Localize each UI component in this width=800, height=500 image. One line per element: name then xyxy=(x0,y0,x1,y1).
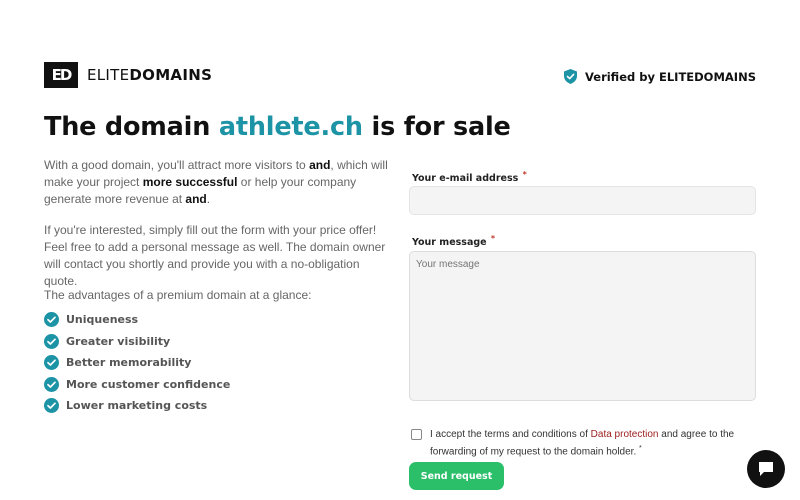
logo-text: ELITEDOMAINS xyxy=(87,66,213,84)
terms-checkbox[interactable] xyxy=(411,429,422,440)
domain-name: athlete.ch xyxy=(218,112,363,142)
chat-button[interactable] xyxy=(747,450,785,488)
list-item: Better memorability xyxy=(44,352,230,374)
logo-mark: ED xyxy=(44,62,78,88)
chat-icon xyxy=(759,462,773,476)
logo[interactable]: ED ELITEDOMAINS xyxy=(44,62,212,88)
check-circle-icon xyxy=(44,376,59,392)
verified-text: Verified by ELITEDOMAINS xyxy=(585,69,756,84)
email-field[interactable] xyxy=(409,186,756,215)
advantages-list: Uniqueness Greater visibility Better mem… xyxy=(44,309,230,417)
check-circle-icon xyxy=(44,333,59,349)
message-field[interactable] xyxy=(409,251,756,401)
check-circle-icon xyxy=(44,355,59,371)
list-item: Greater visibility xyxy=(44,331,230,353)
shield-check-icon xyxy=(564,69,577,84)
advantages-heading: The advantages of a premium domain at a … xyxy=(44,288,312,302)
interest-paragraph: If you're interested, simply fill out th… xyxy=(44,223,386,288)
email-label: Your e-mail address * xyxy=(412,170,527,185)
data-protection-link[interactable]: Data protection xyxy=(591,429,659,440)
terms-text: I accept the terms and conditions of Dat… xyxy=(430,429,735,458)
list-item: Uniqueness xyxy=(44,309,230,331)
message-label: Your message * xyxy=(412,234,496,249)
list-item: More customer confidence xyxy=(44,374,230,396)
intro-paragraph: With a good domain, you'll attract more … xyxy=(44,158,388,206)
page-title: The domain athlete.ch is for sale xyxy=(44,112,511,142)
verified-badge: Verified by ELITEDOMAINS xyxy=(564,69,756,84)
list-item: Lower marketing costs xyxy=(44,395,230,417)
check-circle-icon xyxy=(44,312,59,328)
check-circle-icon xyxy=(44,398,59,414)
send-request-button[interactable]: Send request xyxy=(409,462,504,490)
